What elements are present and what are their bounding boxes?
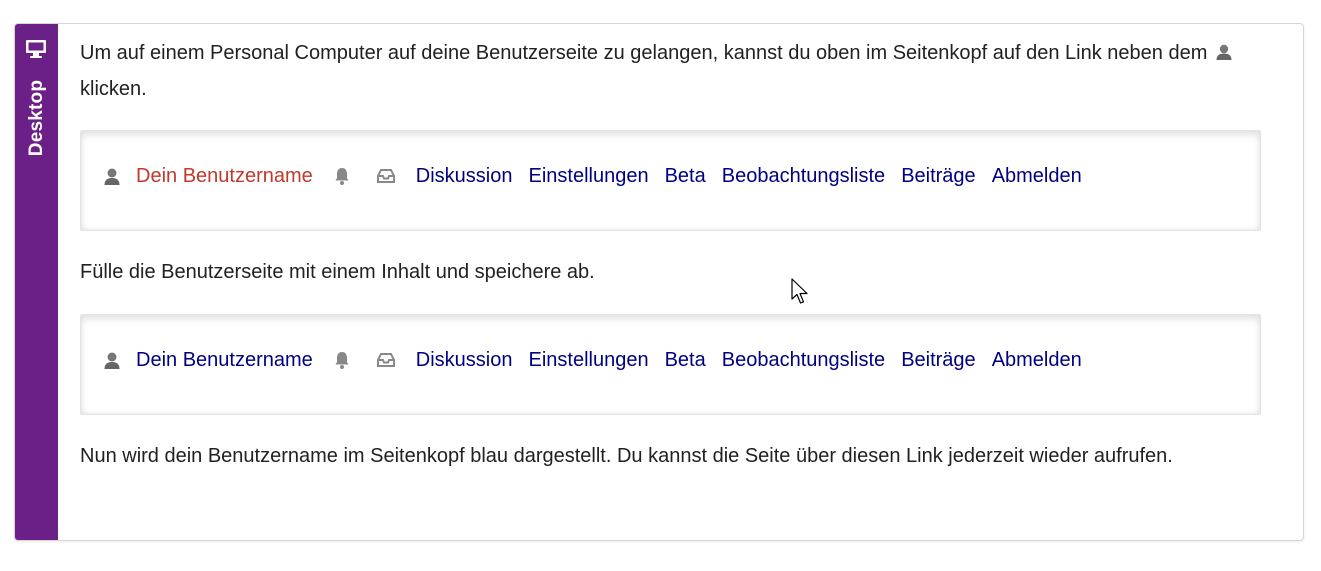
user-icon [104, 352, 120, 369]
bell-icon[interactable] [333, 166, 351, 186]
inbox-icon[interactable] [376, 166, 396, 186]
user-icon [104, 168, 120, 185]
bell-icon[interactable] [333, 350, 351, 370]
intro-paragraph: Um auf einem Personal Computer auf deine… [80, 35, 1270, 107]
mouse-cursor-icon [791, 278, 808, 304]
beta-link[interactable]: Beta [665, 165, 706, 188]
user-icon [1216, 44, 1232, 60]
intro-text-after: klicken. [80, 78, 147, 100]
monitor-icon [26, 40, 46, 58]
username-link-blue[interactable]: Dein Benutzername [136, 349, 313, 372]
personal-toolbar: Dein Benutzername Diskussion Einstellung… [103, 347, 1082, 373]
contributions-link[interactable]: Beiträge [901, 349, 976, 372]
watchlist-link[interactable]: Beobachtungsliste [722, 165, 885, 188]
settings-link[interactable]: Einstellungen [528, 349, 648, 372]
intro-text-before: Um auf einem Personal Computer auf deine… [80, 42, 1208, 64]
discussion-link[interactable]: Diskussion [416, 165, 513, 188]
logout-link[interactable]: Abmelden [992, 165, 1082, 188]
watchlist-link[interactable]: Beobachtungsliste [722, 349, 885, 372]
discussion-link[interactable]: Diskussion [416, 349, 513, 372]
username-link-red[interactable]: Dein Benutzername [136, 165, 313, 188]
desktop-instructions-card: Desktop Um auf einem Personal Computer a… [14, 23, 1304, 541]
logout-link[interactable]: Abmelden [992, 349, 1082, 372]
instruction-paragraph: Fülle die Benutzerseite mit einem Inhalt… [80, 261, 595, 283]
sidebar-label: Desktop [26, 79, 47, 157]
settings-link[interactable]: Einstellungen [528, 165, 648, 188]
conclusion-paragraph: Nun wird dein Benutzername im Seitenkopf… [80, 445, 1173, 467]
header-bar-example-blue: Dein Benutzername Diskussion Einstellung… [80, 314, 1261, 415]
desktop-sidebar: Desktop [15, 24, 58, 540]
contributions-link[interactable]: Beiträge [901, 165, 976, 188]
personal-toolbar: Dein Benutzername Diskussion Einstellung… [103, 163, 1082, 189]
inbox-icon[interactable] [376, 350, 396, 370]
beta-link[interactable]: Beta [665, 349, 706, 372]
header-bar-example-red: Dein Benutzername Diskussion Einstellung… [80, 130, 1261, 231]
